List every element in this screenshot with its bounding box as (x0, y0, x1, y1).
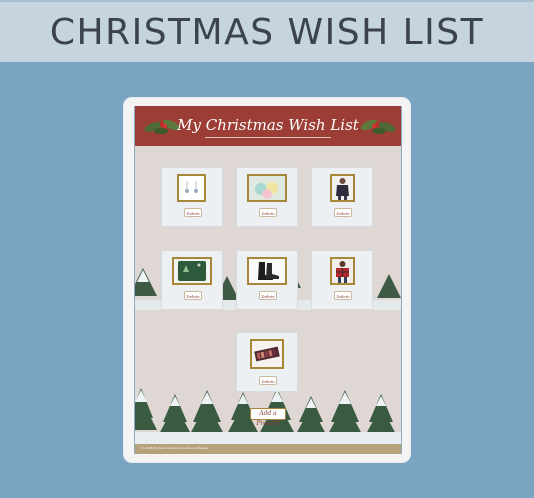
app-screen: My Christmas Wish List Delete Delete Del… (134, 106, 402, 454)
delete-button[interactable]: Delete (184, 291, 202, 300)
bath-bombs-image (247, 174, 287, 202)
wish-card-earrings: Delete (161, 167, 223, 227)
device-frame: My Christmas Wish List Delete Delete Del… (124, 98, 410, 462)
footer-text: © 2018 Brynne Cordes and some courtesies (141, 446, 208, 450)
phone-case-image (172, 257, 212, 285)
wish-card-phone-case: Delete (161, 250, 223, 310)
wish-card-plaid-shirt: Delete (311, 250, 373, 310)
page-header: CHRISTMAS WISH LIST (0, 0, 534, 62)
delete-button[interactable]: Delete (259, 208, 277, 217)
delete-button[interactable]: Delete (334, 208, 352, 217)
wish-card-bath-bombs: Delete (236, 167, 298, 227)
eyeshadow-image (250, 339, 284, 369)
holly-right-icon (360, 119, 396, 134)
earrings-image (177, 174, 206, 202)
page-title: CHRISTMAS WISH LIST (49, 11, 485, 53)
banner-divider (205, 137, 331, 138)
add-present-button[interactable]: Add a Present (250, 408, 286, 427)
boots-image (247, 257, 287, 285)
plaid-shirt-image (330, 257, 355, 285)
delete-button[interactable]: Delete (259, 376, 277, 385)
app-footer: © 2018 Brynne Cordes and some courtesies (135, 444, 401, 454)
wish-card-boots: Delete (236, 250, 298, 310)
sweater-image (330, 174, 355, 202)
banner-title: My Christmas Wish List (177, 116, 359, 134)
delete-button[interactable]: Delete (259, 291, 277, 300)
delete-button[interactable]: Delete (184, 208, 202, 217)
delete-button[interactable]: Delete (334, 291, 352, 300)
wish-card-sweater: Delete (311, 167, 373, 227)
wish-card-eyeshadow: Delete (236, 332, 298, 392)
app-banner: My Christmas Wish List (135, 106, 401, 146)
